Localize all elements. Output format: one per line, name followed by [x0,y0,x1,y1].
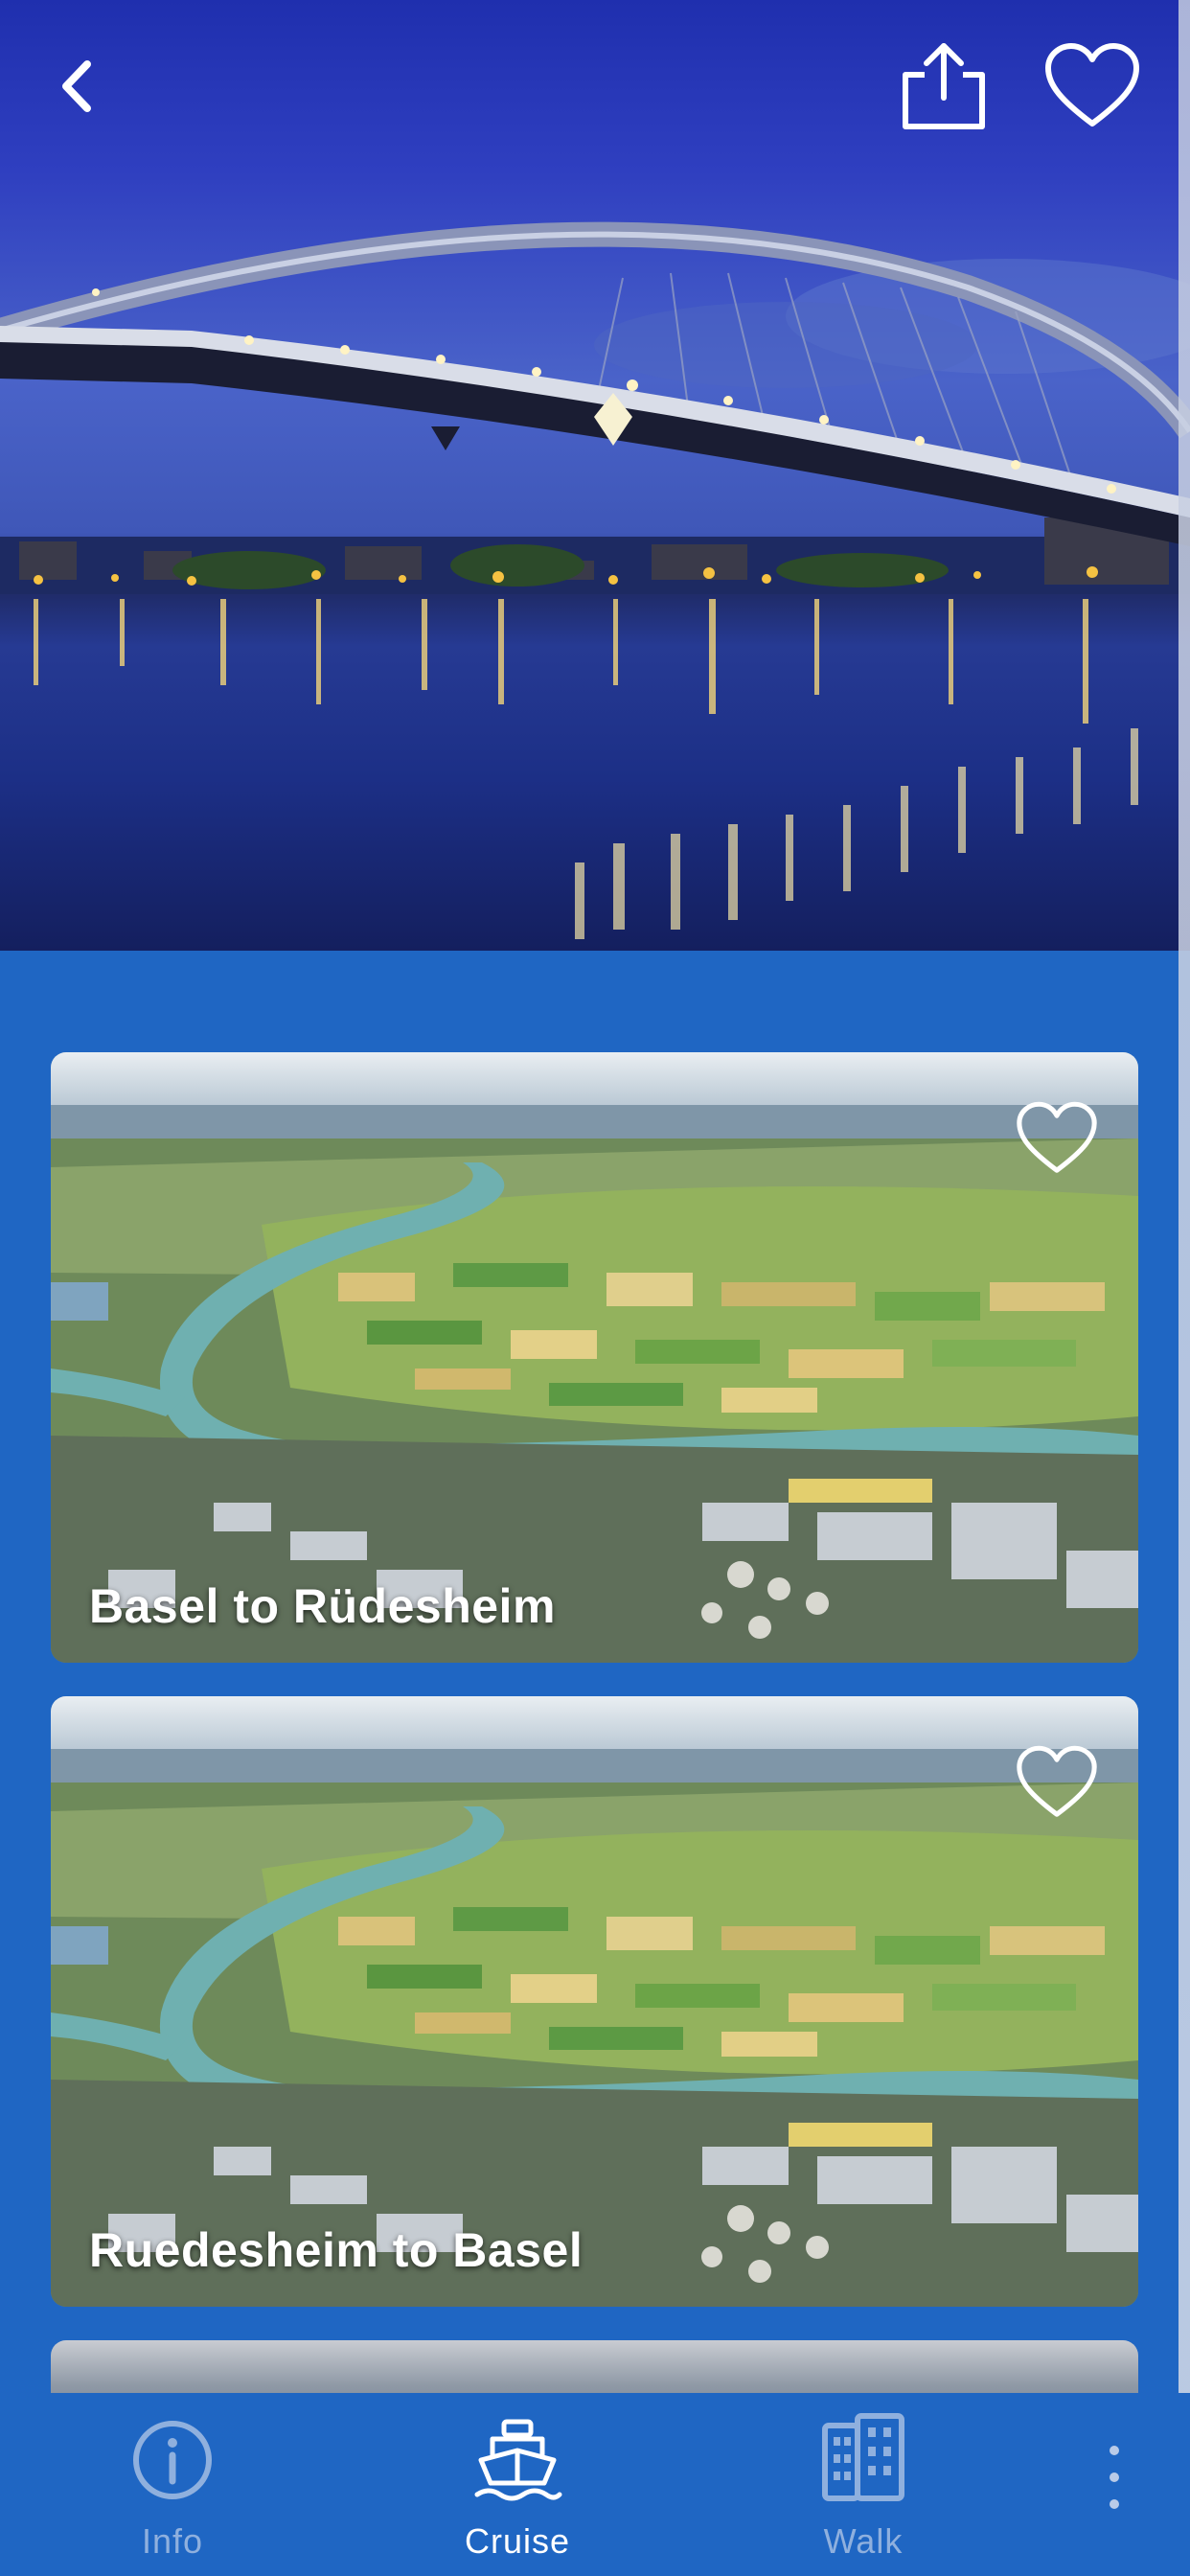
info-circle-icon [133,2421,212,2499]
tab-cruise[interactable]: Cruise [412,2393,623,2576]
bottom-tab-bar: Info Cruise Walk [0,2393,1190,2576]
route-card[interactable]: Ruedesheim to Basel [51,1696,1138,2307]
share-icon [903,43,985,129]
scrollbar[interactable] [1179,0,1190,2396]
heart-outline-icon [1017,1745,1097,1817]
tab-label: Walk [823,2521,904,2561]
card-title: Ruedesheim to Basel [89,2223,584,2277]
tab-label: Cruise [464,2521,571,2561]
card-favorite-button[interactable] [1014,1100,1100,1177]
bridge-night-photo [0,221,1190,939]
river-aerial-photo [51,1052,1138,1663]
more-vertical-icon [1110,2446,1119,2455]
tab-info[interactable]: Info [67,2393,278,2576]
heart-outline-icon [1045,43,1139,126]
river-aerial-photo [51,1696,1138,2307]
more-button[interactable] [1092,2434,1134,2530]
card-title: Basel to Rüdesheim [89,1579,556,1633]
chevron-left-icon [62,60,91,112]
ship-icon [474,2419,562,2501]
card-favorite-button[interactable] [1014,1744,1100,1821]
back-button[interactable] [38,38,115,134]
route-card[interactable]: Basel to Rüdesheim [51,1052,1138,1663]
favorite-button[interactable] [1035,29,1150,144]
tab-walk[interactable]: Walk [758,2393,969,2576]
buildings-icon [822,2413,904,2501]
hero-image [0,0,1190,951]
tab-label: Info [141,2521,204,2561]
heart-outline-icon [1017,1101,1097,1173]
share-button[interactable] [891,29,996,144]
